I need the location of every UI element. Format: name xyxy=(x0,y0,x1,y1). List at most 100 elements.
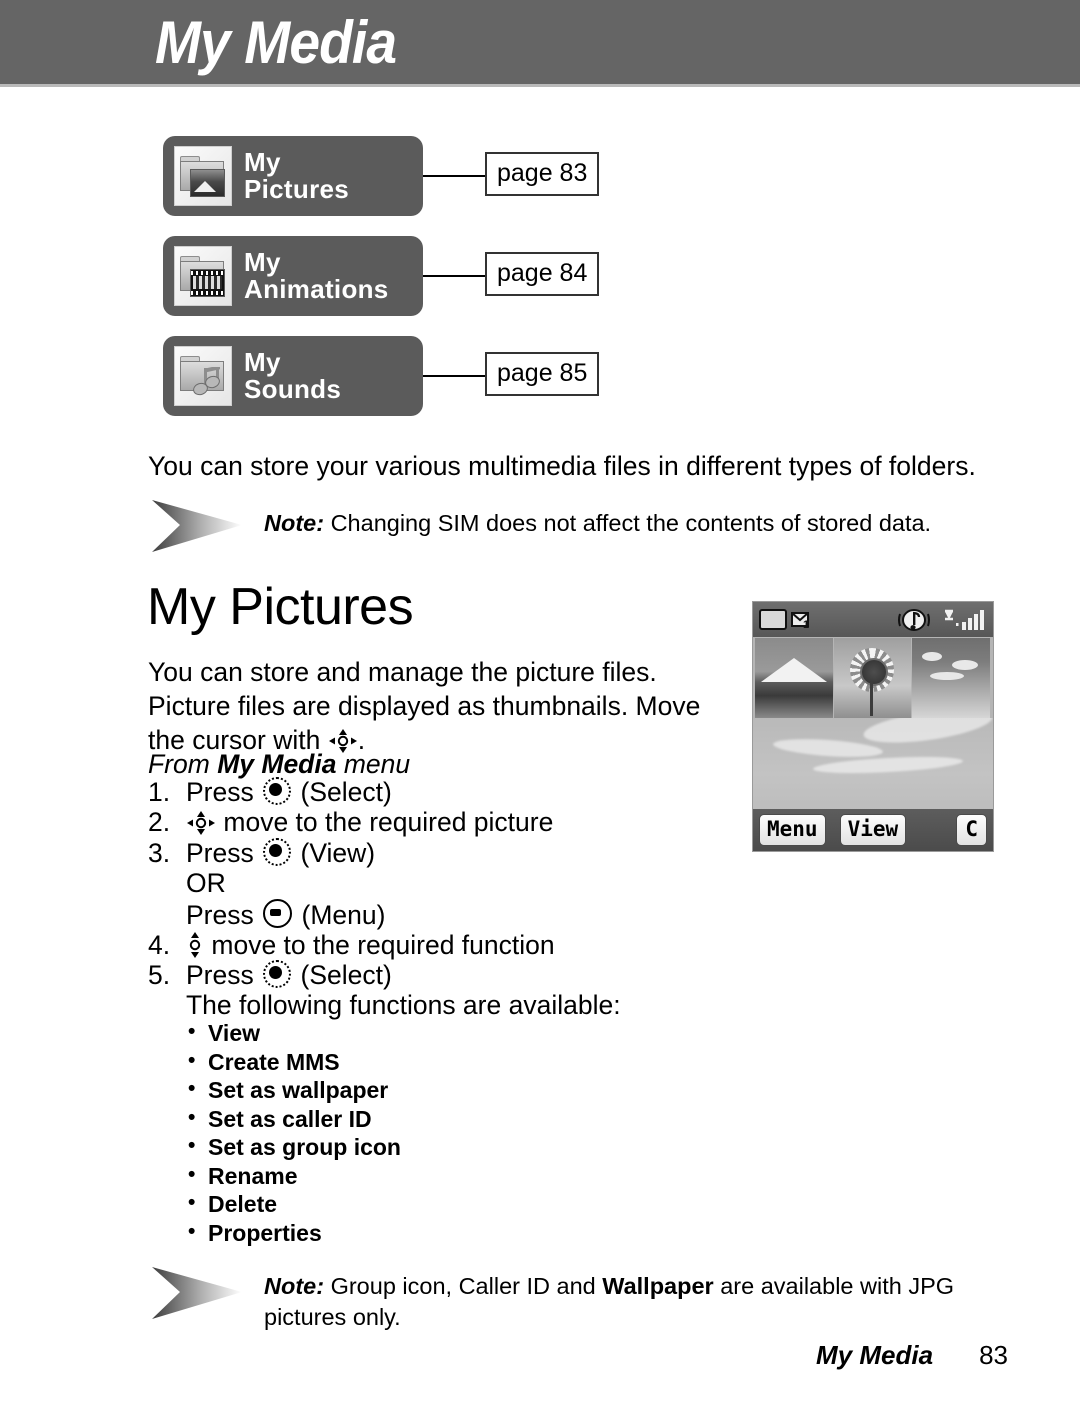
page-reference-83: page 83 xyxy=(485,152,600,196)
step-number: 1. xyxy=(148,777,171,807)
list-item: Set as caller ID xyxy=(186,1104,401,1134)
folder-menu-label-line2: Pictures xyxy=(244,174,350,204)
folder-menu-label-line1: My xyxy=(244,247,281,277)
step-text: OR xyxy=(186,868,226,899)
step-3: 3. Press (View) xyxy=(148,837,748,868)
from-menu-line: From My Media menu xyxy=(148,747,410,781)
step-press-menu: Press (Menu) xyxy=(148,898,748,930)
note-label: Note: xyxy=(264,1273,325,1299)
step-number: 4. xyxy=(148,930,171,961)
from-prefix: From xyxy=(148,749,218,779)
footer-page-number: 83 xyxy=(979,1340,1008,1370)
envelope-1-icon: 1 xyxy=(791,610,813,631)
select-key-icon xyxy=(263,777,292,805)
step-or: OR xyxy=(148,868,748,898)
step-body: Press (Select) xyxy=(186,777,748,807)
connector-line xyxy=(423,375,487,377)
connector-line xyxy=(423,275,487,277)
folder-picture-icon xyxy=(174,146,232,206)
phone-screenshot: 1 Menu View C xyxy=(752,601,994,852)
step-number: 5. xyxy=(148,960,171,991)
step-4: 4. move to the required function xyxy=(148,930,748,960)
step-body: move to the required function xyxy=(186,930,748,960)
step-press-word: Press xyxy=(186,899,254,930)
note-bottom-before: Group icon, Caller ID and xyxy=(330,1273,603,1299)
connector-line xyxy=(423,175,487,177)
list-item: View xyxy=(186,1018,401,1048)
step-paren: (Menu) xyxy=(301,899,386,930)
step-number: 3. xyxy=(148,837,171,868)
sunflower-thumbnail[interactable] xyxy=(833,638,912,718)
page-footer: My Media 83 xyxy=(0,1340,1080,1371)
list-item: Create MMS xyxy=(186,1047,401,1077)
battery-icon xyxy=(759,609,787,630)
softkey-view[interactable]: View xyxy=(839,814,907,846)
section-title: My Pictures xyxy=(147,578,414,636)
functions-heading: The following functions are available: xyxy=(186,990,621,1020)
folder-menu-label: My Animations xyxy=(244,249,389,303)
folder-menu-item-my-animations[interactable]: My Animations xyxy=(163,236,423,316)
note-bottom-text: Note: Group icon, Caller ID and Wallpape… xyxy=(264,1271,1034,1333)
step-text: move to the required function xyxy=(211,930,555,961)
phone-status-bar: 1 xyxy=(753,602,993,637)
select-key-icon xyxy=(263,960,292,989)
softkey-clear[interactable]: C xyxy=(956,814,987,846)
nav-4way-icon xyxy=(187,811,215,836)
list-item: Set as wallpaper xyxy=(186,1075,401,1105)
step-paren: (View) xyxy=(300,837,376,868)
menu-key-icon xyxy=(263,898,293,928)
step-1: 1. Press (Select) xyxy=(148,777,748,807)
list-item: Delete xyxy=(186,1189,401,1219)
step-text: move to the required picture xyxy=(223,807,554,838)
page-reference-84: page 84 xyxy=(485,252,600,296)
step-5: 5. Press (Select) xyxy=(148,960,748,990)
folder-menu-item-my-sounds[interactable]: My Sounds xyxy=(163,336,423,416)
note-arrow-icon xyxy=(150,1265,246,1321)
note-top-body: Changing SIM does not affect the content… xyxy=(330,510,932,536)
nav-2way-icon xyxy=(187,932,203,959)
footer-chapter: My Media xyxy=(816,1340,934,1370)
ringer-music-icon xyxy=(897,608,931,632)
step-body: move to the required picture xyxy=(186,807,748,837)
note-arrow-icon xyxy=(150,498,246,554)
step-press-word: Press xyxy=(186,960,254,991)
step-body: Press (View) xyxy=(186,837,748,868)
page-title: My Media xyxy=(155,9,397,76)
step-paren: (Select) xyxy=(300,777,392,807)
folder-menu-item-my-pictures[interactable]: My Pictures xyxy=(163,136,423,216)
phone-softkey-bar: Menu View C xyxy=(753,809,993,851)
from-suffix: menu xyxy=(336,749,411,779)
step-number: 2. xyxy=(148,807,171,838)
step-body: Press (Menu) xyxy=(186,898,748,930)
folder-menu-label: My Sounds xyxy=(244,349,341,403)
step-press-word: Press xyxy=(186,777,254,807)
section-paragraph-text: You can store and manage the picture fil… xyxy=(148,657,701,755)
sky-thumbnail[interactable] xyxy=(912,638,991,718)
svg-text:1: 1 xyxy=(803,619,809,630)
folder-menu-label-line2: Sounds xyxy=(244,374,342,404)
thumbnail-grid xyxy=(755,638,991,718)
list-item: Set as group icon xyxy=(186,1132,401,1162)
select-key-icon xyxy=(263,837,292,866)
procedure-steps: 1. Press (Select) 2. move to the require… xyxy=(148,777,748,991)
folder-menu-label: My Pictures xyxy=(244,149,349,203)
folder-menu-label-line1: My xyxy=(244,347,281,377)
page-reference-85: page 85 xyxy=(485,352,600,396)
softkey-menu[interactable]: Menu xyxy=(759,814,826,846)
note-label: Note: xyxy=(264,510,325,536)
functions-list: View Create MMS Set as wallpaper Set as … xyxy=(186,1018,401,1248)
list-item: Properties xyxy=(186,1218,401,1248)
signal-bars-icon xyxy=(943,608,987,632)
mountain-thumbnail[interactable] xyxy=(755,638,833,718)
step-body: Press (Select) xyxy=(186,960,748,990)
note-bottom-bold: Wallpaper xyxy=(602,1273,714,1299)
step-press-word: Press xyxy=(186,837,254,868)
folder-music-icon xyxy=(174,346,232,406)
intro-paragraph: You can store your various multimedia fi… xyxy=(148,451,976,481)
note-top-text: Note: Changing SIM does not affect the c… xyxy=(264,508,964,539)
section-paragraph: You can store and manage the picture fil… xyxy=(148,655,728,757)
folder-menu-label-line1: My xyxy=(244,147,281,177)
page-header: My Media xyxy=(0,0,1080,87)
folder-film-icon xyxy=(174,246,232,306)
preview-canvas xyxy=(753,718,993,811)
